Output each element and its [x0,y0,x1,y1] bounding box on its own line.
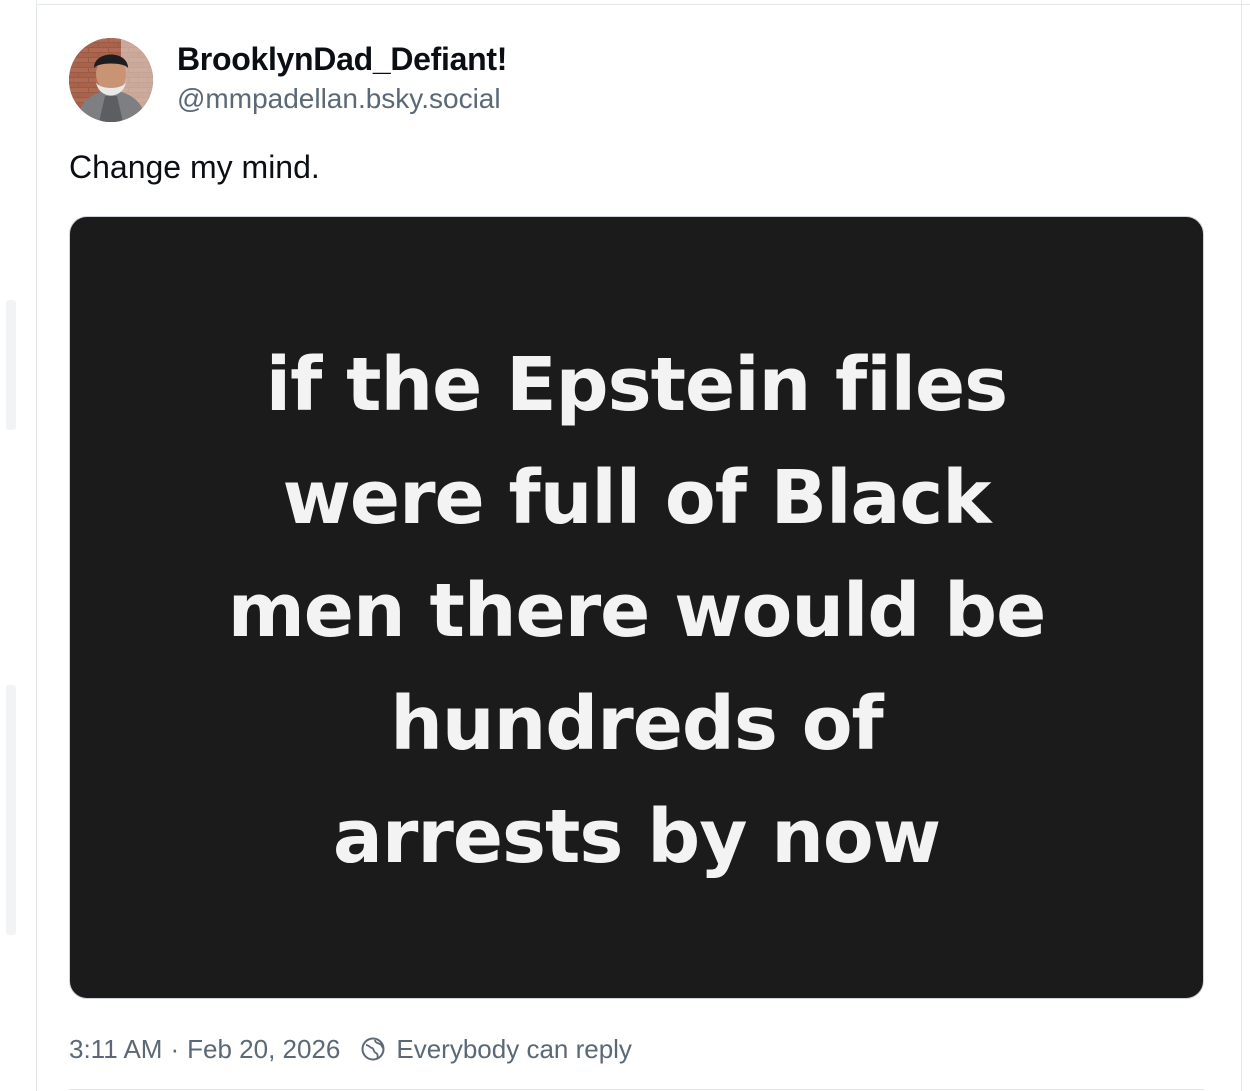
page: BrooklynDad_Defiant! @mmpadellan.bsky.so… [0,0,1250,1091]
image-text: if the Epstein files were full of Black … [70,329,1203,894]
image-text-line: men there would be [227,568,1047,654]
globe-icon [360,1036,386,1062]
avatar-image [69,38,153,122]
image-text-line: hundreds of [390,681,884,767]
image-text-line: arrests by now [332,794,941,880]
post-date[interactable]: Feb 20, 2026 [187,1034,340,1065]
right-rail [1241,0,1242,1091]
author-handle[interactable]: @mmpadellan.bsky.social [177,83,501,115]
avatar[interactable] [69,38,153,122]
post: BrooklynDad_Defiant! @mmpadellan.bsky.so… [36,5,1241,1091]
image-text-line: were full of Black [282,455,992,541]
image-text-line: if the Epstein files [265,342,1008,428]
rail-mark [6,685,16,935]
post-text: Change my mind. [69,149,320,185]
reply-setting[interactable]: Everybody can reply [396,1034,632,1065]
post-image[interactable]: if the Epstein files were full of Black … [69,216,1204,999]
rail-mark [6,300,16,430]
meta-separator: · [170,1033,180,1064]
post-time[interactable]: 3:11 AM [69,1034,162,1065]
bottom-divider [69,1089,1204,1090]
post-meta: 3:11 AM · Feb 20, 2026 Everybody can rep… [69,1031,632,1067]
left-rail [0,0,37,1091]
author-display-name[interactable]: BrooklynDad_Defiant! [177,41,507,78]
